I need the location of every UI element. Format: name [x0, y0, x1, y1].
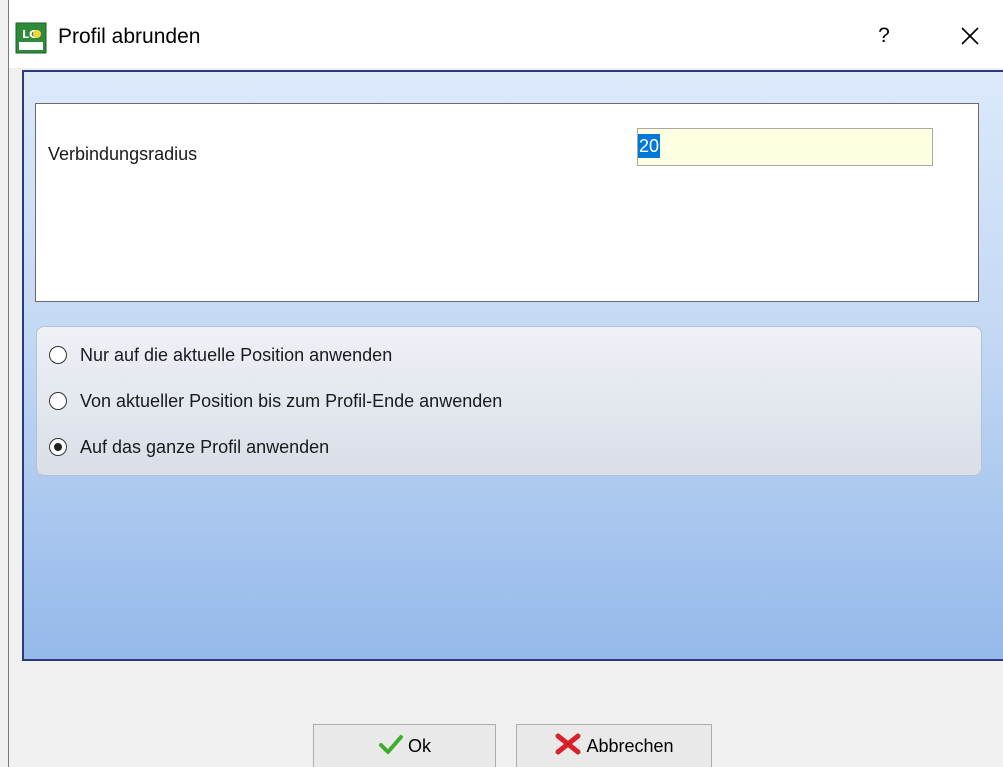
cross-icon	[554, 732, 586, 761]
radio-button[interactable]	[49, 438, 67, 456]
radio-label: Nur auf die aktuelle Position anwenden	[80, 344, 393, 365]
apply-options-group: Nur auf die aktuelle Position anwenden V…	[36, 326, 982, 476]
radio-button[interactable]	[49, 346, 67, 364]
window-title: Profil abrunden	[58, 25, 201, 48]
title-bar[interactable]: LC Profil abrunden ?	[9, 0, 1003, 68]
help-button[interactable]: ?	[864, 18, 904, 54]
radio-label: Von aktueller Position bis zum Profil-En…	[80, 390, 503, 411]
radius-value: 20	[638, 134, 661, 158]
close-button[interactable]	[947, 18, 993, 54]
radio-option-to-profile-end[interactable]: Von aktueller Position bis zum Profil-En…	[49, 388, 502, 414]
radius-label: Verbindungsradius	[48, 144, 198, 164]
radio-option-current-position[interactable]: Nur auf die aktuelle Position anwenden	[49, 342, 392, 368]
parameter-panel: Verbindungsradius 20	[35, 103, 979, 302]
close-icon	[947, 27, 993, 58]
radio-label: Auf das ganze Profil anwenden	[80, 436, 330, 457]
ok-button-label: Ok	[407, 735, 431, 756]
checkmark-icon	[378, 733, 408, 760]
radio-button[interactable]	[49, 392, 67, 410]
window-border	[8, 0, 9, 767]
ok-button[interactable]: Ok	[313, 724, 496, 767]
cancel-button[interactable]: Abbrechen	[516, 724, 712, 767]
app-icon: LC	[15, 22, 47, 54]
dialog-client-area: Verbindungsradius 20 Nur auf die aktuell…	[22, 70, 1003, 661]
dialog-window: LC Profil abrunden ? Verbindungsradius 2…	[0, 0, 1003, 767]
radius-input[interactable]	[637, 128, 933, 166]
radio-option-whole-profile[interactable]: Auf das ganze Profil anwenden	[49, 434, 329, 460]
cancel-button-label: Abbrechen	[586, 735, 674, 756]
